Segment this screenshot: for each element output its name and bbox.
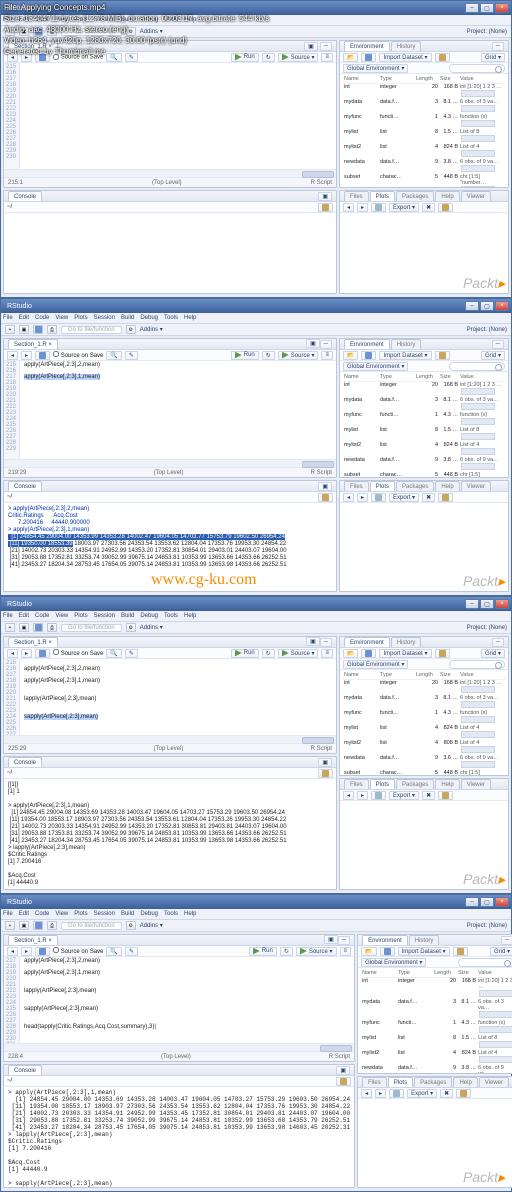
maximize-button[interactable]: ▢	[480, 301, 494, 311]
env-row[interactable]: newdatadata.f…93.8 …6 obs. of 9 va…	[360, 1065, 512, 1073]
console-output[interactable]	[4, 213, 336, 293]
code-area[interactable]: apply(ArtPiece[,2:3],2,mean) apply(ArtPi…	[20, 361, 336, 459]
env-row[interactable]: newdatadata.f…93.6 …6 obs. of 9 va…	[342, 755, 506, 770]
env-row[interactable]: mylistlist81.5 …List of 8	[360, 1035, 512, 1050]
selected-code: apply(ArtPiece[,2:3],1,mean)	[24, 374, 100, 380]
source-button[interactable]: Source ▾	[278, 351, 319, 360]
pane-icon[interactable]: ▣	[318, 192, 332, 201]
screenshot-4: RStudio–▢× FileEditCodeViewPlotsSessionB…	[0, 894, 512, 1192]
env-row[interactable]: intinteger20168 Bint [1:20] 1 2 3 …	[360, 978, 512, 999]
console-path: ~/	[7, 204, 12, 210]
env-row[interactable]: intinteger20168 Bint [1:20] 1 2 3 …	[342, 84, 506, 99]
env-row[interactable]: mydatadata.f…38.1 …6 obs. of 3 va…	[360, 999, 512, 1020]
file-type: R Script	[311, 180, 332, 186]
overlay-line: Size: 13404711 bytes (12.78 MiB), durati…	[4, 13, 508, 24]
env-row[interactable]: mylistlist4824 BList of 4	[342, 725, 506, 740]
screenshot-2: RStudio–▢× FileEditCodeViewPlotsSessionB…	[0, 298, 512, 596]
env-row[interactable]: subsetcharac…5448 Bchr [1:5] "number…	[342, 472, 506, 477]
plots-tab[interactable]: Plots	[370, 191, 395, 201]
zoom-icon[interactable]	[371, 203, 386, 212]
env-row[interactable]: mylist2list4824 BList of 4	[342, 442, 506, 457]
env-row[interactable]: mydatadata.f…38.1 …6 obs. of 3 va…	[342, 99, 506, 114]
env-row[interactable]: subsetcharac…5448 Bchr [1:5] "number…	[342, 770, 506, 775]
env-row[interactable]: newdatadata.f…93.8 …6 obs. of 9 va…	[342, 159, 506, 174]
viewer-tab[interactable]: Viewer	[461, 191, 491, 201]
packt-watermark: Packt▸	[463, 275, 505, 293]
env-row[interactable]: myfuncfuncti…14.3 …function (x)	[360, 1020, 512, 1035]
console-tab[interactable]: Console	[8, 191, 42, 201]
env-grid[interactable]: NameTypeLengthSizeValue intinteger20168 …	[340, 74, 508, 187]
code-area[interactable]	[20, 63, 336, 169]
env-row[interactable]: mylist2list4824 BList of 4	[360, 1050, 512, 1065]
env-row[interactable]: mylist2list4808 BList of 4	[342, 740, 506, 755]
env-scope[interactable]: Global Environment ▾	[343, 64, 408, 73]
clear-plots-icon[interactable]	[438, 203, 453, 212]
h-scrollbar[interactable]	[4, 169, 336, 177]
env-row[interactable]: mydatadata.f…38.1 …6 obs. of 3 va…	[342, 695, 506, 710]
console-output[interactable]: [[1]] [1] 1 > apply(ArtPiece[,2:3],1,mea…	[4, 779, 336, 889]
env-row[interactable]: mylistlist81.5 …List of 8	[342, 129, 506, 144]
remove-plot-icon[interactable]: ✖	[422, 203, 435, 212]
overlay-line: Audio: aac, 48000 Hz, stereo (eng)	[4, 24, 508, 35]
env-row[interactable]: myfuncfuncti…14.3 …function (x)	[342, 412, 506, 427]
export-plot[interactable]: Export ▾	[389, 203, 419, 212]
scope-label[interactable]: (Top Level)	[152, 180, 182, 186]
plot-next-icon[interactable]: ▸	[357, 203, 368, 212]
overlay-line: Generated by Thumbnail me	[4, 46, 508, 57]
thumbnail-overlay: File: Applying Concepts.mp4 Size: 134047…	[0, 0, 512, 59]
cgku-watermark: www.cg-ku.com	[151, 571, 257, 589]
cursor-pos: 215:1	[8, 180, 23, 186]
env-row[interactable]: mylistlist81.5 …List of 8	[342, 427, 506, 442]
env-row[interactable]: mydatadata.f…38.1 …6 obs. of 3 va…	[342, 397, 506, 412]
code-area[interactable]: apply(ArtPiece[,2:3],2,mean) apply(ArtPi…	[20, 659, 336, 735]
files-tab[interactable]: Files	[344, 191, 369, 201]
minimize-button[interactable]: –	[465, 301, 479, 311]
close-button[interactable]: ×	[495, 301, 509, 311]
env-row[interactable]: newdatadata.f…93.8 …6 obs. of 9 va…	[342, 457, 506, 472]
code-area[interactable]: apply(ArtPiece[,2:3],2,mean) apply(ArtPi…	[20, 957, 354, 1043]
packages-tab[interactable]: Packages	[396, 191, 434, 201]
line-gutter: 215 216 217 218 219 220 221 222 223 224 …	[4, 63, 20, 169]
env-row[interactable]: intinteger20168 Bint [1:20] 1 2 3 …	[342, 680, 506, 695]
help-tab[interactable]: Help	[435, 191, 459, 201]
overlay-line: File: Applying Concepts.mp4	[4, 2, 508, 13]
env-search[interactable]	[449, 64, 505, 73]
env-row[interactable]: myfuncfuncti…14.3 …function (x)	[342, 710, 506, 725]
env-row[interactable]: mylist2list4824 BList of 4	[342, 144, 506, 159]
console-output[interactable]: > apply(ArtPiece[,2:3],1,mean) [1] 24854…	[4, 1087, 354, 1187]
env-row[interactable]: myfuncfuncti…14.3 …function (x)	[342, 114, 506, 129]
env-row[interactable]: subsetcharac…5448 Bchr [1:5] "number…	[342, 174, 506, 187]
plot-prev-icon[interactable]: ◂	[343, 203, 354, 212]
screenshot-3: RStudio–▢× FileEditCodeViewPlotsSessionB…	[0, 596, 512, 894]
clear-console-icon[interactable]	[318, 203, 333, 212]
run-button[interactable]: Run	[231, 351, 259, 360]
env-row[interactable]: intinteger20168 Bint [1:20] 1 2 3 …	[342, 382, 506, 397]
overlay-line: Video: h264, yuv420p, 1280x720, 30.00 fp…	[4, 35, 508, 46]
